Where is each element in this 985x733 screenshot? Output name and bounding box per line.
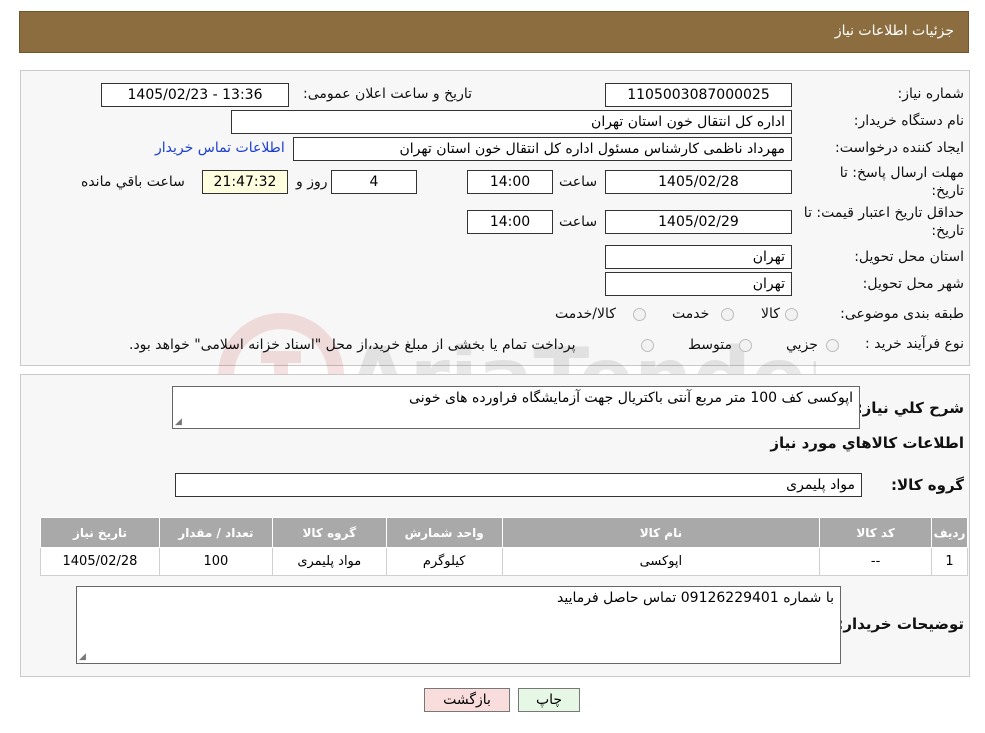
col-group-header: گروه کالا bbox=[271, 517, 387, 548]
category-option-goods-label: کالا bbox=[761, 306, 780, 322]
validity-label: حداقل تاریخ اعتبار قیمت: تا bbox=[803, 205, 964, 221]
province-field: تهران bbox=[605, 245, 792, 269]
page-title: جزئیات اطلاعات نیاز bbox=[834, 23, 954, 39]
cell-row: 1 bbox=[931, 547, 968, 576]
items-table-header-row: ردیف کد کالا نام کالا واحد شمارش گروه کا… bbox=[40, 517, 968, 548]
province-label: استان محل تحویل: bbox=[854, 249, 964, 265]
need-number-label: شماره نیاز: bbox=[897, 86, 965, 102]
remaining-time-field: 21:47:32 bbox=[202, 170, 288, 194]
back-button[interactable]: بازگشت bbox=[424, 688, 510, 712]
description-field[interactable]: اپوکسی کف 100 متر مربع آنتی باکتریال جهت… bbox=[172, 386, 860, 429]
process-option-small-label: جزيي bbox=[786, 337, 818, 353]
days-label: روز و bbox=[296, 174, 328, 190]
buyer-contact-link[interactable]: اطلاعات تماس خریدار bbox=[155, 140, 285, 156]
items-section-title: اطلاعات كالاهاي مورد نياز bbox=[770, 434, 964, 452]
resize-grip-icon[interactable]: ◢ bbox=[175, 417, 182, 427]
deadline-date-field: 1405/02/28 bbox=[605, 170, 792, 194]
deadline-time-field: 14:00 bbox=[467, 170, 553, 194]
announce-label: تاریخ و ساعت اعلان عمومی: bbox=[303, 86, 472, 102]
buyer-notes-label: توضیحات خریدار: bbox=[837, 615, 964, 633]
category-option-service-label: خدمت bbox=[672, 306, 710, 322]
cell-code: -- bbox=[819, 547, 933, 576]
description-text: اپوکسی کف 100 متر مربع آنتی باکتریال جهت… bbox=[409, 390, 853, 406]
process-type-label: نوع فرآیند خرید : bbox=[865, 336, 964, 352]
info-panel: AriaTender.neT شماره نیاز: 1105003087000… bbox=[20, 70, 970, 439]
cell-unit: کیلوگرم bbox=[385, 547, 503, 576]
process-option-medium-radio[interactable] bbox=[739, 339, 752, 352]
validity-date-field: 1405/02/29 bbox=[605, 210, 792, 234]
cell-group: مواد پلیمری bbox=[271, 547, 387, 576]
category-option-both-radio[interactable] bbox=[633, 308, 646, 321]
cell-date: 1405/02/28 bbox=[40, 547, 160, 576]
print-button[interactable]: چاپ bbox=[518, 688, 580, 712]
process-treasury-checkbox[interactable] bbox=[641, 339, 654, 352]
city-label: شهر محل تحویل: bbox=[862, 276, 964, 292]
buyer-notes-text: با شماره 09126229401 تماس حاصل فرمایید bbox=[557, 590, 834, 606]
col-date-header: تاریخ نیاز bbox=[40, 517, 160, 548]
details-panel: شرح كلي نياز: اپوکسی کف 100 متر مربع آنت… bbox=[20, 374, 970, 677]
buyer-notes-field[interactable]: با شماره 09126229401 تماس حاصل فرمایید ◢ bbox=[76, 586, 841, 664]
col-row-header: ردیف bbox=[931, 517, 968, 548]
cell-name: اپوکسی bbox=[501, 547, 821, 576]
col-name-header: نام کالا bbox=[501, 517, 821, 548]
process-note: پرداخت تمام یا بخشی از مبلغ خرید،از محل … bbox=[129, 337, 576, 353]
goods-group-label: گروه کالا: bbox=[891, 476, 964, 494]
table-row: 1 -- اپوکسی کیلوگرم مواد پلیمری 100 1405… bbox=[40, 547, 968, 576]
deadline-time-label: ساعت bbox=[559, 174, 598, 190]
validity-label-date: تاریخ: bbox=[931, 223, 964, 239]
resize-grip-icon[interactable]: ◢ bbox=[79, 652, 86, 662]
cell-qty: 100 bbox=[158, 547, 273, 576]
items-table: ردیف کد کالا نام کالا واحد شمارش گروه کا… bbox=[40, 517, 968, 576]
deadline-label-date: تاریخ: bbox=[931, 183, 964, 199]
goods-group-field: مواد پلیمری bbox=[175, 473, 862, 497]
deadline-label: مهلت ارسال پاسخ: تا bbox=[839, 165, 964, 181]
validity-time-field: 14:00 bbox=[467, 210, 553, 234]
process-option-small-radio[interactable] bbox=[826, 339, 839, 352]
category-option-goods-radio[interactable] bbox=[785, 308, 798, 321]
col-unit-header: واحد شمارش bbox=[385, 517, 503, 548]
days-remaining-field: 4 bbox=[331, 170, 417, 194]
need-number-field: 1105003087000025 bbox=[605, 83, 792, 107]
buyer-org-field: اداره کل انتقال خون استان تهران bbox=[231, 110, 792, 134]
description-label: شرح كلي نياز: bbox=[856, 399, 964, 417]
buyer-org-label: نام دستگاه خریدار: bbox=[853, 113, 964, 129]
category-option-both-label: کالا/خدمت bbox=[555, 306, 616, 322]
remaining-label: ساعت باقي مانده bbox=[81, 174, 185, 190]
requester-field: مهرداد ناظمی کارشناس مسئول اداره کل انتق… bbox=[293, 137, 792, 161]
col-qty-header: تعداد / مقدار bbox=[158, 517, 273, 548]
category-label: طبقه بندی موضوعی: bbox=[840, 306, 964, 322]
city-field: تهران bbox=[605, 272, 792, 296]
validity-time-label: ساعت bbox=[559, 214, 598, 230]
page-header: جزئیات اطلاعات نیاز bbox=[19, 11, 969, 53]
requester-label: ایجاد کننده درخواست: bbox=[835, 140, 964, 156]
announce-datetime-field: 1405/02/23 - 13:36 bbox=[101, 83, 289, 107]
process-option-medium-label: متوسط bbox=[688, 337, 732, 353]
category-option-service-radio[interactable] bbox=[721, 308, 734, 321]
col-code-header: کد کالا bbox=[819, 517, 933, 548]
